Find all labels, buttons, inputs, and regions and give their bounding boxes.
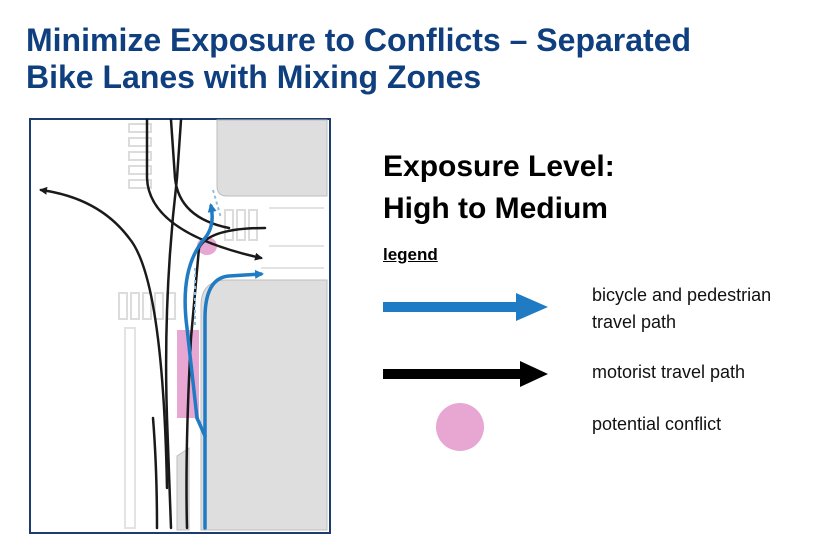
intersection-diagram [29, 118, 331, 534]
building-block-bottom [200, 279, 328, 531]
motorist-path-legend-arrow [383, 361, 548, 387]
conflict-legend-circle [436, 403, 484, 451]
legend-title: legend [383, 245, 438, 264]
slide-title-line-1: Minimize Exposure to Conflicts – Separat… [26, 22, 692, 58]
bike-path-legend-label-line-1: bicycle and pedestrian [592, 285, 772, 305]
building-block-top [216, 119, 328, 197]
motorist-path-legend-label-line-1: motorist travel path [592, 362, 746, 382]
bike-path-legend-arrow [383, 293, 548, 321]
exposure-level: Exposure Level: High to Medium [383, 146, 615, 230]
exposure-level-value: High to Medium [383, 192, 608, 225]
bike-path-legend-label: bicycle and pedestrian travel path [592, 282, 771, 336]
conflict-legend-label: potential conflict [592, 411, 721, 438]
motorist-path-legend-label: motorist travel path [592, 359, 745, 386]
conflict-legend-label-line-1: potential conflict [592, 414, 722, 434]
slide-title: Minimize Exposure to Conflicts – Separat… [26, 22, 796, 96]
bike-path-legend-label-line-2: travel path [592, 312, 677, 332]
exposure-level-label: Exposure Level: [383, 150, 615, 183]
slide-title-line-2: Bike Lanes with Mixing Zones [26, 59, 482, 95]
